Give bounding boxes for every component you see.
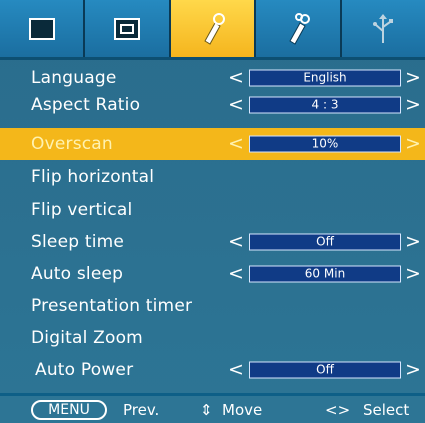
menu-row-auto-power[interactable]: Auto Power < Off >: [0, 354, 425, 386]
menu-row-flip-horizontal[interactable]: Flip horizontal: [0, 161, 425, 193]
menu-row-digital-zoom[interactable]: Digital Zoom: [0, 322, 425, 354]
menu-key-badge: MENU: [31, 400, 107, 420]
aspect-ratio-prev-arrow[interactable]: <: [228, 95, 244, 115]
sleep-time-label: Sleep time: [31, 232, 125, 252]
language-label: Language: [31, 68, 117, 88]
tab-tools-advanced[interactable]: [256, 0, 342, 57]
menu-row-flip-vertical[interactable]: Flip vertical: [0, 194, 425, 226]
select-hint: Select: [363, 401, 410, 419]
auto-sleep-prev-arrow[interactable]: <: [228, 264, 244, 284]
menu-row-presentation-timer[interactable]: Presentation timer: [0, 290, 425, 322]
screen-tab-icon: [114, 17, 141, 40]
auto-power-prev-arrow[interactable]: <: [228, 360, 244, 380]
digital-zoom-label: Digital Zoom: [31, 328, 143, 348]
tab-picture[interactable]: [0, 0, 86, 57]
settings-menu: Language < English > Aspect Ratio < 4 : …: [0, 60, 425, 390]
picture-tab-icon: [28, 17, 55, 40]
menu-row-sleep-time[interactable]: Sleep time < Off >: [0, 226, 425, 258]
move-updown-icon: ⇕: [200, 401, 213, 419]
auto-sleep-label: Auto sleep: [31, 264, 124, 284]
auto-sleep-value: 60 Min: [249, 265, 401, 283]
language-prev-arrow[interactable]: <: [228, 68, 244, 88]
overscan-value: 10%: [249, 135, 401, 153]
language-value: English: [249, 69, 401, 87]
aspect-ratio-value: 4 : 3: [249, 96, 401, 114]
presentation-timer-label: Presentation timer: [31, 296, 193, 316]
aspect-ratio-label: Aspect Ratio: [31, 95, 141, 115]
overscan-prev-arrow[interactable]: <: [228, 134, 244, 154]
language-next-arrow[interactable]: >: [405, 68, 421, 88]
auto-sleep-next-arrow[interactable]: >: [405, 264, 421, 284]
tab-screen[interactable]: [85, 0, 171, 57]
menu-row-aspect-ratio[interactable]: Aspect Ratio < 4 : 3 >: [0, 89, 425, 121]
osd-menu: Language < English > Aspect Ratio < 4 : …: [0, 0, 425, 423]
move-hint: Move: [222, 401, 263, 419]
tools-tab-icon: [203, 12, 225, 45]
menu-row-overscan[interactable]: Overscan < 10% >: [0, 128, 425, 160]
select-leftright-icon: <>: [325, 401, 351, 419]
sleep-time-prev-arrow[interactable]: <: [228, 232, 244, 252]
tools-advanced-tab-icon: [289, 12, 310, 45]
tab-usb[interactable]: [341, 0, 425, 57]
flip-vertical-label: Flip vertical: [31, 200, 133, 220]
auto-power-next-arrow[interactable]: >: [405, 360, 421, 380]
sleep-time-next-arrow[interactable]: >: [405, 232, 421, 252]
sleep-time-value: Off: [249, 233, 401, 251]
usb-tab-icon: [373, 13, 394, 43]
tab-tools[interactable]: [170, 0, 257, 57]
tab-bar: [0, 0, 425, 60]
aspect-ratio-next-arrow[interactable]: >: [405, 95, 421, 115]
overscan-next-arrow[interactable]: >: [405, 134, 421, 154]
key-guide-footer: MENU Prev. ⇕ Move <> Select: [0, 393, 425, 423]
menu-row-auto-sleep[interactable]: Auto sleep < 60 Min >: [0, 258, 425, 290]
overscan-label: Overscan: [31, 134, 113, 154]
prev-hint: Prev.: [123, 401, 160, 419]
flip-horizontal-label: Flip horizontal: [31, 167, 155, 187]
auto-power-value: Off: [249, 361, 401, 379]
auto-power-label: Auto Power: [35, 360, 134, 380]
